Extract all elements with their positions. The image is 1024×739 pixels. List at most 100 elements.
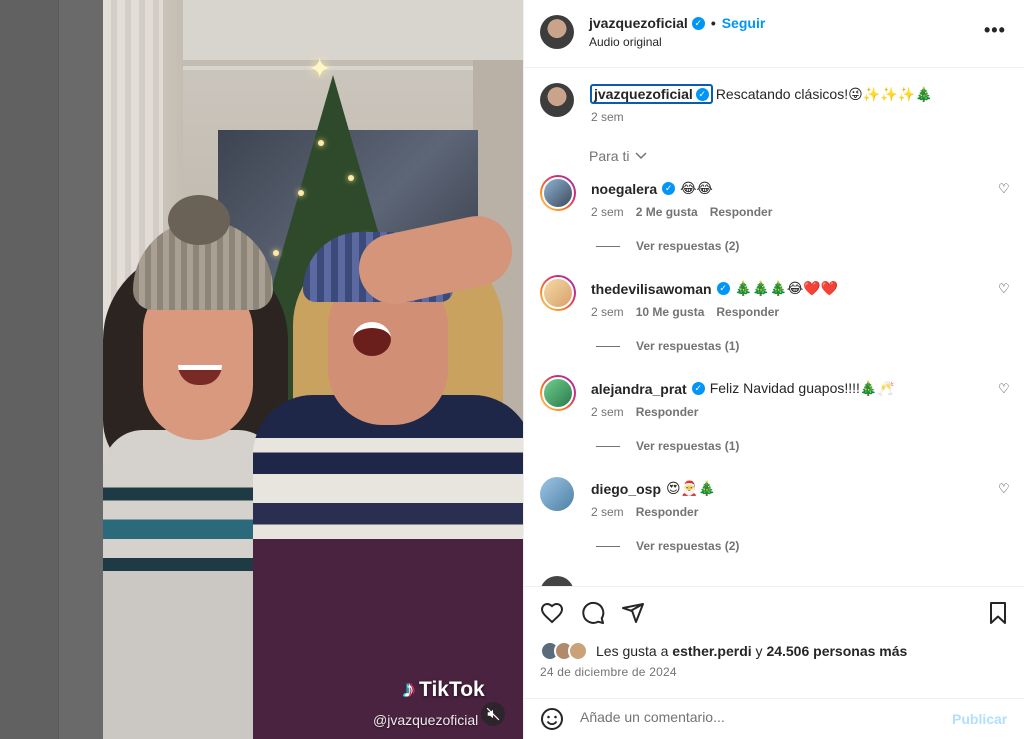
view-replies-label: Ver respuestas (1)	[636, 439, 740, 453]
comment-text: 😍🎅🎄	[666, 480, 716, 496]
caption-avatar[interactable]	[540, 83, 574, 117]
person-right-mouth	[353, 322, 391, 356]
commenter-username[interactable]: diego_osp	[591, 481, 661, 497]
comment-time[interactable]: 2 sem	[591, 205, 624, 219]
video-ceiling-line	[163, 60, 523, 66]
commenter-username[interactable]: thedevilisawoman	[591, 281, 712, 297]
comment-text: 😂😂	[680, 180, 713, 196]
comment-text: Feliz Navidad guapos!!!!🎄🥂	[709, 380, 895, 396]
comment-item: noegalera ✓ 😂😂 2 sem 2 Me gusta Responde…	[524, 173, 1024, 273]
commenter-username[interactable]: noegalera	[591, 181, 657, 197]
reply-button[interactable]: Responder	[636, 505, 699, 519]
likes-conj: y	[755, 643, 763, 659]
share-send-icon[interactable]	[621, 601, 645, 625]
author-avatar[interactable]	[540, 15, 574, 49]
post-panel: jvazquezoficial ✓ • Seguir Audio origina…	[523, 0, 1024, 739]
view-replies-label: Ver respuestas (1)	[636, 339, 740, 353]
liker-avatars	[540, 641, 588, 661]
comment-meta: 2 sem Responder	[591, 405, 698, 419]
backdrop-strip	[58, 0, 103, 739]
comment-sort-dropdown[interactable]: Para ti	[589, 148, 647, 164]
tree-light	[273, 250, 279, 256]
comment-meta: 2 sem 2 Me gusta Responder	[591, 205, 772, 219]
verified-badge-icon: ✓	[691, 16, 705, 30]
publish-button[interactable]: Publicar	[952, 711, 1007, 727]
audio-link[interactable]: Audio original	[589, 35, 662, 49]
chevron-down-icon	[635, 152, 647, 160]
tree-light	[298, 190, 304, 196]
verified-badge-icon: ✓	[662, 182, 676, 195]
comment-time[interactable]: 2 sem	[591, 305, 624, 319]
view-replies-label: Ver respuestas (2)	[636, 539, 740, 553]
tiktok-watermark: ♪ TikTok	[403, 676, 485, 704]
commenter-username[interactable]: alejandra_prat	[591, 381, 687, 397]
caption-username-link[interactable]: jvazquezoficial ✓	[590, 84, 713, 104]
tree-light	[318, 140, 324, 146]
comment-line: thedevilisawoman ✓ 🎄🎄🎄😂❤️❤️	[591, 280, 838, 297]
likes-count[interactable]: 24.506 personas más	[766, 643, 907, 659]
commenter-avatar[interactable]	[540, 175, 576, 211]
comment-likes[interactable]: 10 Me gusta	[636, 305, 705, 319]
caption-username: jvazquezoficial	[594, 86, 693, 102]
person-left-sweater	[103, 430, 278, 739]
mute-toggle-button[interactable]	[481, 702, 505, 726]
tiktok-logo-icon: ♪	[403, 676, 415, 703]
comment-time[interactable]: 2 sem	[591, 405, 624, 419]
header-dot-separator: •	[710, 15, 716, 31]
video-player[interactable]: ✦ ♪ TikTok @jvazquezoficial	[103, 0, 523, 739]
likes-user[interactable]: esther.perdi	[672, 643, 751, 659]
next-comment-peek	[540, 576, 576, 586]
tiktok-handle: @jvazquezoficial	[373, 712, 479, 728]
commenter-avatar[interactable]	[540, 275, 576, 311]
beanie-pompom	[168, 195, 230, 245]
verified-badge-icon: ✓	[695, 87, 709, 101]
comment-line: diego_osp 😍🎅🎄	[591, 480, 715, 497]
view-replies-button[interactable]: Ver respuestas (2)	[596, 539, 739, 553]
likes-text[interactable]: Les gusta a esther.perdi y 24.506 person…	[596, 643, 907, 659]
reply-button[interactable]: Responder	[716, 305, 779, 319]
comment-bubble-icon[interactable]	[581, 601, 605, 625]
comment-line: alejandra_prat ✓ Feliz Navidad guapos!!!…	[591, 380, 895, 397]
author-username[interactable]: jvazquezoficial	[589, 15, 688, 31]
comment-item: alejandra_prat ✓ Feliz Navidad guapos!!!…	[524, 373, 1024, 473]
view-replies-button[interactable]: Ver respuestas (1)	[596, 439, 739, 453]
like-comment-heart-icon[interactable]: ♡	[998, 481, 1010, 497]
verified-badge-icon: ✓	[716, 282, 730, 295]
post-actions: Les gusta a esther.perdi y 24.506 person…	[524, 586, 1024, 698]
commenter-avatar[interactable]	[540, 477, 574, 511]
post-caption: jvazquezoficial ✓ Rescatando clásicos!😜✨…	[590, 84, 932, 104]
comment-meta: 2 sem 10 Me gusta Responder	[591, 305, 779, 319]
emoji-smiley-icon[interactable]	[540, 707, 564, 731]
reply-button[interactable]: Responder	[710, 205, 773, 219]
more-options-button[interactable]: •••	[984, 20, 1006, 41]
comment-time[interactable]: 2 sem	[591, 505, 624, 519]
like-comment-heart-icon[interactable]: ♡	[998, 281, 1010, 297]
comment-sort-label: Para ti	[589, 148, 630, 164]
comment-likes[interactable]: 2 Me gusta	[636, 205, 698, 219]
author-row: jvazquezoficial ✓ • Seguir	[589, 15, 765, 31]
view-replies-button[interactable]: Ver respuestas (1)	[596, 339, 739, 353]
add-comment-bar: Publicar	[524, 698, 1024, 739]
tiktok-watermark-label: TikTok	[419, 678, 485, 701]
commenter-avatar[interactable]	[540, 375, 576, 411]
post-date[interactable]: 24 de diciembre de 2024	[540, 665, 677, 679]
comment-meta: 2 sem Responder	[591, 505, 698, 519]
post-header: jvazquezoficial ✓ • Seguir Audio origina…	[524, 0, 1024, 68]
like-heart-icon[interactable]	[540, 601, 564, 625]
verified-badge-icon: ✓	[691, 382, 705, 395]
like-comment-heart-icon[interactable]: ♡	[998, 181, 1010, 197]
speaker-muted-icon	[486, 707, 500, 721]
comment-input[interactable]	[580, 709, 940, 725]
like-comment-heart-icon[interactable]: ♡	[998, 381, 1010, 397]
bookmark-save-icon[interactable]	[986, 601, 1010, 625]
likes-summary: Les gusta a esther.perdi y 24.506 person…	[540, 641, 907, 661]
view-replies-button[interactable]: Ver respuestas (2)	[596, 239, 739, 253]
reply-button[interactable]: Responder	[636, 405, 699, 419]
tree-star-icon: ✦	[308, 53, 332, 84]
comment-item: thedevilisawoman ✓ 🎄🎄🎄😂❤️❤️ 2 sem 10 Me …	[524, 273, 1024, 373]
caption-timestamp[interactable]: 2 sem	[591, 110, 624, 124]
follow-button[interactable]: Seguir	[722, 15, 766, 31]
likes-prefix: Les gusta a	[596, 643, 669, 659]
tree-light	[348, 175, 354, 181]
view-replies-label: Ver respuestas (2)	[636, 239, 740, 253]
